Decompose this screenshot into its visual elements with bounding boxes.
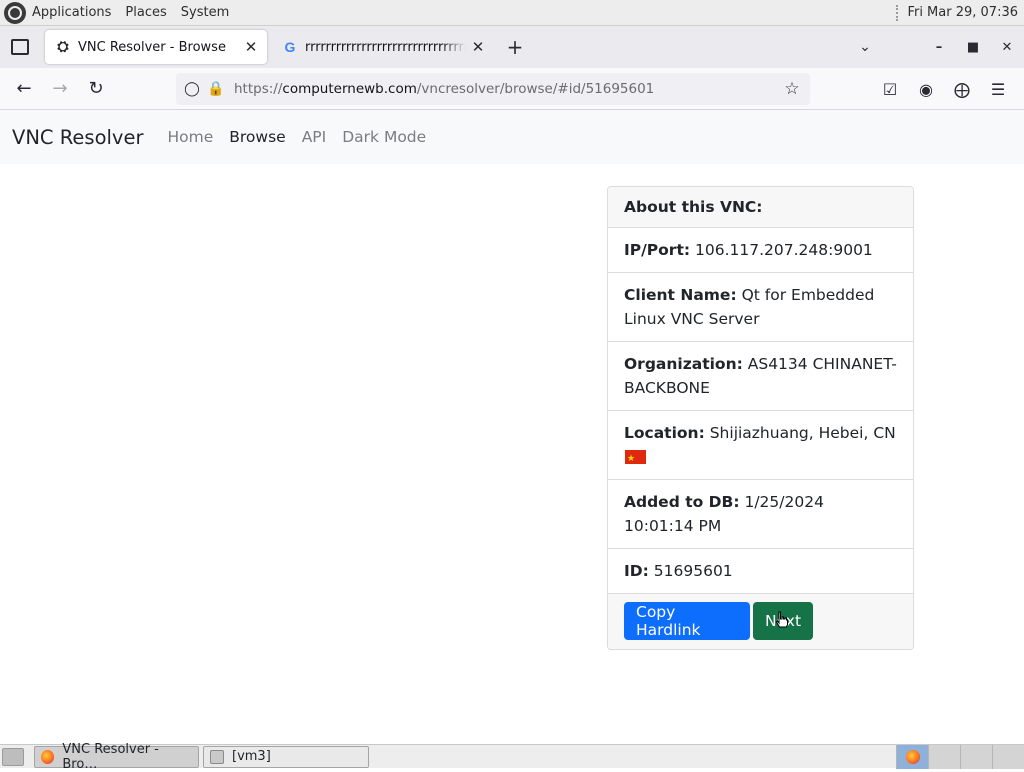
maximize-icon[interactable]: ■	[956, 32, 990, 62]
nav-link-api[interactable]: API	[302, 128, 327, 146]
task-label: [vm3]	[232, 749, 271, 764]
tab-strip: ⛭ VNC Resolver - Browse ✕ G rrrrrrrrrrrr…	[0, 26, 1024, 68]
hamburger-menu-icon[interactable]: ☰	[980, 73, 1016, 105]
workspace-2[interactable]	[928, 744, 960, 769]
added-to-db-row: Added to DB: 1/25/2024 10:01:14 PM	[608, 480, 913, 549]
pocket-icon[interactable]: ☑	[872, 73, 908, 105]
url-text[interactable]: https://computernewb.com/vncresolver/bro…	[234, 81, 654, 97]
workspace-1[interactable]	[896, 744, 928, 769]
navigation-toolbar: ← → ↻ ◯ 🔒 https://computernewb.com/vncre…	[0, 68, 1024, 110]
task-label: VNC Resolver - Bro…	[62, 741, 159, 772]
card-footer: Copy Hardlink Next	[608, 594, 913, 649]
tab-title: rrrrrrrrrrrrrrrrrrrrrrrrrrrrrrrrrrrrrrrr…	[305, 39, 466, 55]
site-navbar: VNC Resolver Home Browse API Dark Mode	[0, 110, 1024, 164]
tab-vnc-resolver[interactable]: ⛭ VNC Resolver - Browse ✕	[45, 30, 267, 64]
site-brand[interactable]: VNC Resolver	[12, 126, 143, 149]
workspace-3[interactable]	[960, 744, 992, 769]
card-header: About this VNC:	[608, 187, 913, 228]
taskbar: VNC Resolver - Bro… [vm3]	[0, 742, 1024, 772]
close-window-icon[interactable]: ✕	[990, 32, 1024, 62]
close-tab-icon[interactable]: ✕	[239, 35, 263, 59]
nav-link-dark-mode[interactable]: Dark Mode	[342, 128, 426, 146]
copy-hardlink-button[interactable]: Copy Hardlink	[624, 602, 750, 640]
minimize-icon[interactable]: –	[922, 32, 956, 62]
firefox-view-icon[interactable]	[5, 32, 35, 62]
extensions-icon[interactable]: ⨁	[944, 73, 980, 105]
close-tab-icon[interactable]: ✕	[466, 35, 490, 59]
taskbar-item-firefox[interactable]: VNC Resolver - Bro…	[34, 742, 199, 772]
tracking-shield-icon[interactable]: ◯	[180, 77, 204, 101]
system-menu[interactable]: System	[181, 5, 229, 20]
applications-menu[interactable]: Applications	[32, 5, 111, 20]
google-favicon-icon: G	[284, 39, 296, 55]
lock-icon[interactable]: 🔒	[204, 77, 228, 101]
next-button[interactable]: Next	[753, 602, 813, 640]
new-tab-button[interactable]: +	[502, 34, 528, 60]
organization-row: Organization: AS4134 CHINANET-BACKBONE	[608, 342, 913, 411]
id-row: ID: 51695601	[608, 549, 913, 594]
china-flag-icon	[625, 447, 646, 471]
chevron-down-icon[interactable]: ⌄	[850, 32, 880, 62]
places-menu[interactable]: Places	[125, 5, 166, 20]
folder-icon	[210, 749, 224, 764]
top-panel: Applications Places System Fri Mar 29, 0…	[0, 0, 1024, 26]
url-bar[interactable]: ◯ 🔒 https://computernewb.com/vncresolver…	[176, 73, 810, 105]
location-row: Location: Shijiazhuang, Hebei, CN	[608, 411, 913, 480]
reload-icon[interactable]: ↻	[80, 73, 112, 105]
hand-cursor-icon	[775, 611, 788, 628]
tab-title: VNC Resolver - Browse	[78, 39, 226, 55]
vnc-resolver-favicon-icon: ⛭	[57, 39, 69, 55]
about-vnc-card: About this VNC: IP/Port: 106.117.207.248…	[607, 186, 914, 650]
back-arrow-icon[interactable]: ←	[8, 73, 40, 105]
distro-logo-icon[interactable]	[4, 1, 26, 24]
clock[interactable]: Fri Mar 29, 07:36	[907, 5, 1018, 20]
forward-arrow-icon[interactable]: →	[44, 73, 76, 105]
nav-link-home[interactable]: Home	[167, 128, 213, 146]
page-content: VNC Resolver Home Browse API Dark Mode A…	[0, 110, 1024, 744]
tab-google-search[interactable]: G rrrrrrrrrrrrrrrrrrrrrrrrrrrrrrrrrrrrrr…	[272, 30, 494, 64]
bookmark-star-icon[interactable]: ☆	[780, 77, 804, 101]
panel-separator	[896, 4, 900, 21]
ip-port-row: IP/Port: 106.117.207.248:9001	[608, 228, 913, 273]
workspace-4[interactable]	[992, 744, 1024, 769]
show-desktop-icon[interactable]	[2, 747, 24, 766]
firefox-icon	[41, 749, 55, 764]
account-icon[interactable]: ◉	[908, 73, 944, 105]
taskbar-item-vm3[interactable]: [vm3]	[203, 745, 369, 768]
client-name-row: Client Name: Qt for Embedded Linux VNC S…	[608, 273, 913, 342]
nav-link-browse[interactable]: Browse	[229, 128, 285, 146]
